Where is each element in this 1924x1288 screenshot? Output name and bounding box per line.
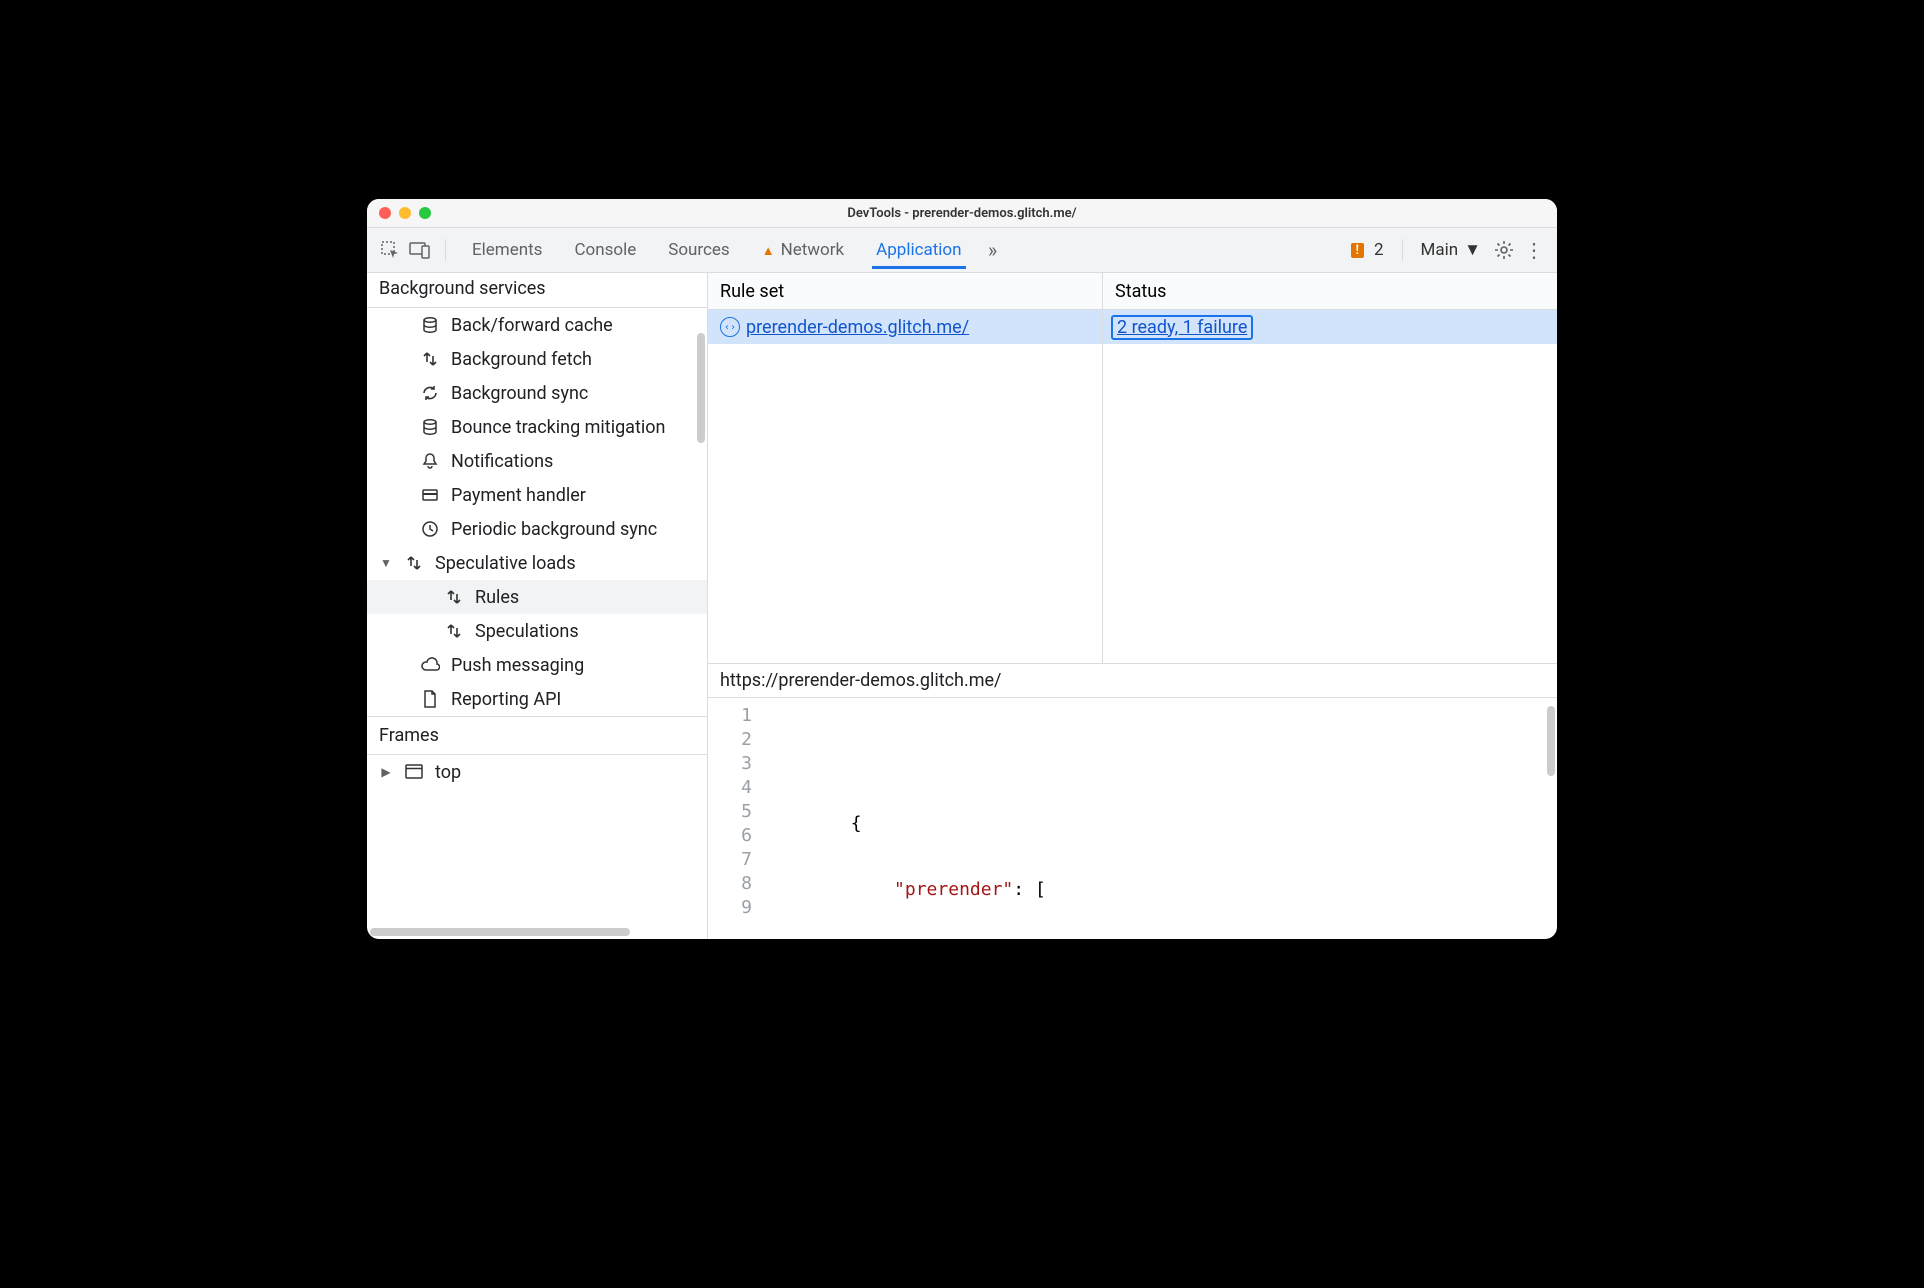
issues-count: 2 [1374, 240, 1384, 260]
credit-card-icon [419, 486, 441, 504]
section-background-services[interactable]: Background services [367, 273, 707, 308]
sidebar-horizontal-scrollbar[interactable] [370, 928, 630, 936]
tab-console[interactable]: Console [560, 232, 650, 268]
sidebar-item-label: Payment handler [451, 485, 586, 506]
ruleset-detail-panel: https://prerender-demos.glitch.me/ 12345… [708, 664, 1557, 939]
column-status[interactable]: Status [1103, 273, 1557, 309]
sidebar-item-label: Back/forward cache [451, 315, 613, 336]
target-selector[interactable]: Main ▼ [1415, 240, 1487, 260]
application-sidebar: Cache storage Background services Back/f… [367, 273, 708, 939]
inspect-element-button[interactable] [377, 237, 403, 263]
sidebar-item-label: Speculations [475, 621, 579, 642]
chevron-down-icon: ▼ [1464, 240, 1481, 260]
device-toolbar-button[interactable] [407, 237, 433, 263]
sidebar-item-frame-top[interactable]: ▶ top [367, 755, 707, 789]
sidebar-vertical-scrollbar[interactable] [697, 333, 705, 443]
toolbar-separator [1402, 239, 1403, 261]
sidebar-item-bfcache[interactable]: Back/forward cache [367, 308, 707, 342]
tab-network[interactable]: Network [748, 232, 858, 268]
sidebar-item-label: Bounce tracking mitigation [451, 417, 665, 438]
kebab-menu-button[interactable]: ⋮ [1521, 237, 1547, 263]
sidebar-item-label: Reporting API [451, 689, 561, 710]
ruleset-source-icon: ‹› [720, 317, 740, 337]
devtools-toolbar: Elements Console Sources Network Applica… [367, 228, 1557, 273]
sidebar-item-reporting-api[interactable]: Reporting API [367, 682, 707, 716]
tab-elements[interactable]: Elements [458, 232, 556, 268]
expand-arrow-icon: ▼ [379, 556, 393, 570]
devtools-body: Cache storage Background services Back/f… [367, 273, 1557, 939]
settings-button[interactable] [1491, 237, 1517, 263]
sidebar-item-label: Speculative loads [435, 553, 576, 574]
collapse-arrow-icon: ▶ [379, 765, 393, 779]
sidebar-item-background-fetch[interactable]: Background fetch [367, 342, 707, 376]
tab-application[interactable]: Application [862, 232, 975, 268]
sidebar-item-rules[interactable]: Rules [367, 580, 707, 614]
grid-empty-area [708, 344, 1557, 663]
transfer-icon [419, 350, 441, 368]
sidebar-item-label: Periodic background sync [451, 519, 657, 540]
window-titlebar: DevTools - prerender-demos.glitch.me/ [367, 199, 1557, 228]
sidebar-item-background-sync[interactable]: Background sync [367, 376, 707, 410]
application-main-panel: Rule set Status ‹› prerender-demos.glitc… [708, 273, 1557, 939]
sidebar-item-notifications[interactable]: Notifications [367, 444, 707, 478]
window-icon [403, 764, 425, 780]
grid-header: Rule set Status [708, 273, 1557, 310]
source-text[interactable]: { "prerender": [ { "source": "list", "ur… [760, 698, 1557, 939]
line-gutter: 123456789 [708, 698, 760, 939]
column-ruleset[interactable]: Rule set [708, 273, 1103, 309]
toolbar-separator [445, 239, 446, 261]
sidebar-item-periodic-sync[interactable]: Periodic background sync [367, 512, 707, 546]
window-title: DevTools - prerender-demos.glitch.me/ [367, 206, 1557, 221]
transfer-icon [443, 588, 465, 606]
sidebar-item-label: Push messaging [451, 655, 584, 676]
bell-icon [419, 452, 441, 470]
issues-counter[interactable]: ! 2 [1345, 240, 1390, 260]
target-label: Main [1421, 240, 1459, 260]
sidebar-item-label: top [435, 762, 461, 783]
cloud-icon [419, 656, 441, 674]
sync-icon [419, 384, 441, 402]
sidebar-item-label: Background sync [451, 383, 588, 404]
ruleset-link[interactable]: prerender-demos.glitch.me/ [746, 317, 969, 338]
document-icon [419, 690, 441, 708]
database-icon [419, 418, 441, 436]
sidebar-item-label: Rules [475, 587, 519, 608]
transfer-icon [443, 622, 465, 640]
sidebar-item-label: Notifications [451, 451, 553, 472]
sidebar-item-speculations[interactable]: Speculations [367, 614, 707, 648]
issues-badge-icon: ! [1351, 243, 1364, 258]
section-frames[interactable]: Frames [367, 716, 707, 755]
sidebar-item-speculative-loads[interactable]: ▼ Speculative loads [367, 546, 707, 580]
devtools-window: DevTools - prerender-demos.glitch.me/ El… [367, 199, 1557, 939]
ruleset-status-link[interactable]: 2 ready, 1 failure [1111, 315, 1253, 340]
more-tabs-button[interactable]: » [980, 237, 1006, 263]
sidebar-item-payment-handler[interactable]: Payment handler [367, 478, 707, 512]
sidebar-item-push-messaging[interactable]: Push messaging [367, 648, 707, 682]
detail-vertical-scrollbar[interactable] [1547, 706, 1555, 776]
ruleset-row[interactable]: ‹› prerender-demos.glitch.me/ 2 ready, 1… [708, 310, 1557, 344]
tab-sources[interactable]: Sources [654, 232, 743, 268]
clock-icon [419, 520, 441, 538]
transfer-icon [403, 554, 425, 572]
ruleset-source-code[interactable]: 123456789 { "prerender": [ { "source": "… [708, 698, 1557, 939]
ruleset-grid: Rule set Status ‹› prerender-demos.glitc… [708, 273, 1557, 664]
sidebar-item-bounce-tracking[interactable]: Bounce tracking mitigation [367, 410, 707, 444]
database-icon [419, 316, 441, 334]
detail-url: https://prerender-demos.glitch.me/ [708, 664, 1557, 698]
sidebar-item-label: Background fetch [451, 349, 592, 370]
